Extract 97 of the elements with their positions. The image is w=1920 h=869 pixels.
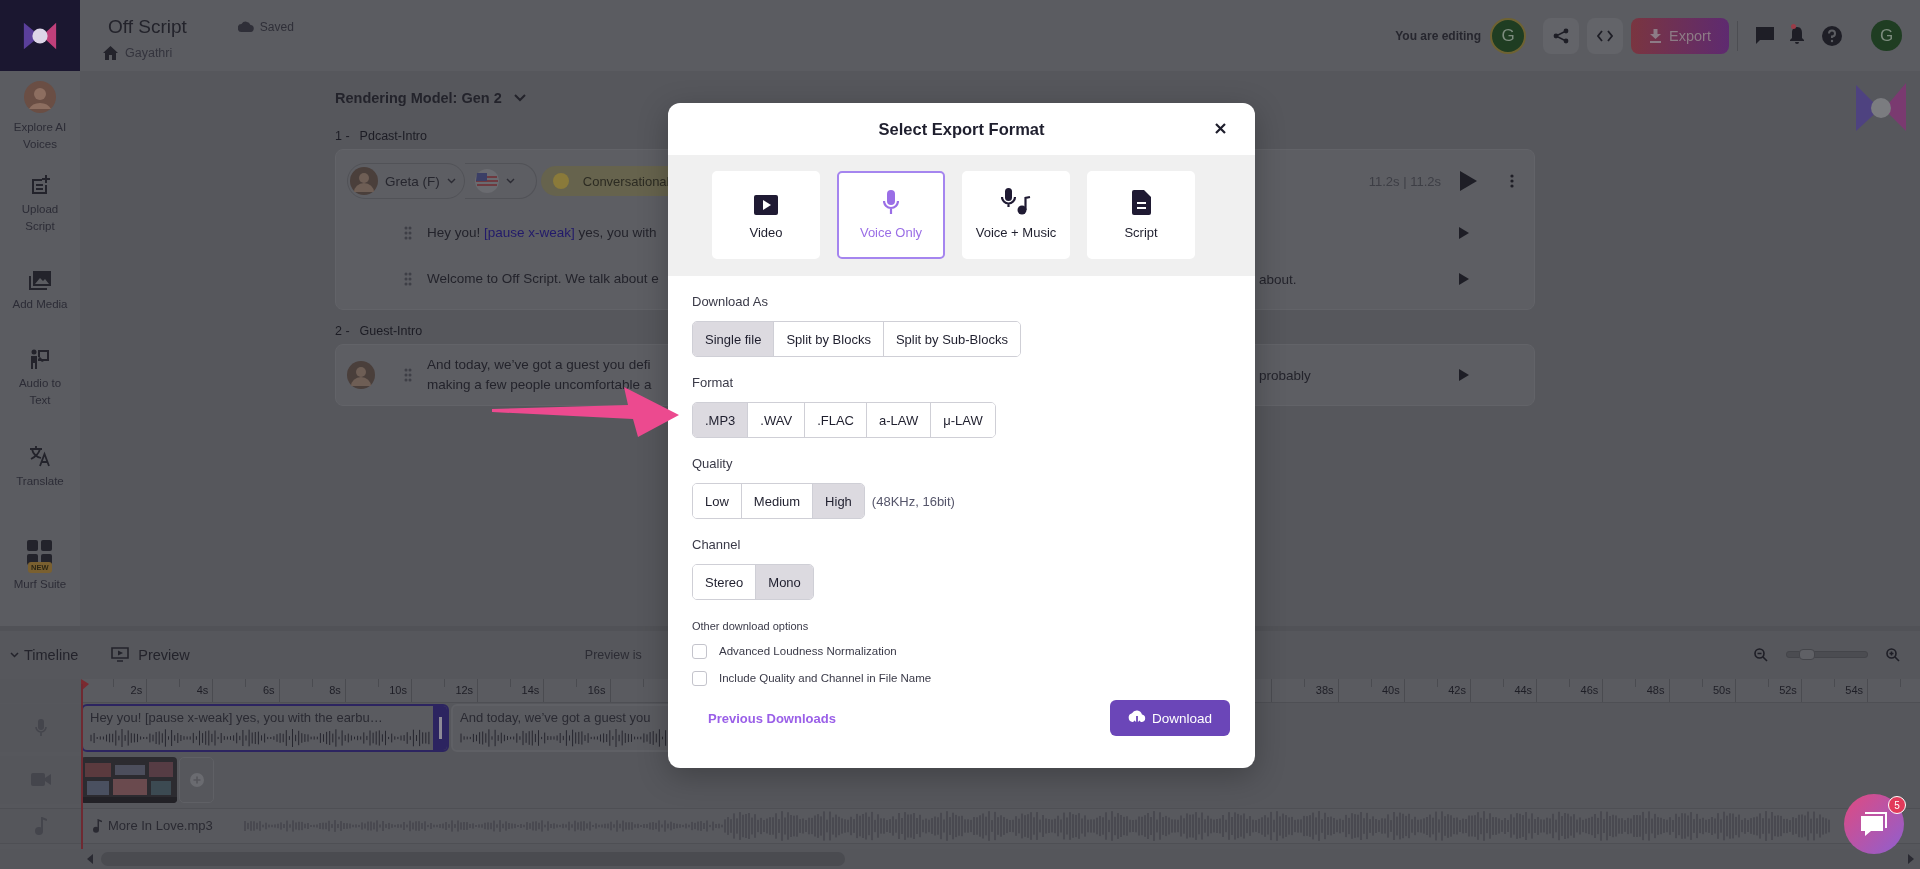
ruler-label: 10s	[389, 684, 407, 697]
ruler-label: 48s	[1646, 684, 1665, 697]
play-icon[interactable]	[1459, 369, 1469, 381]
bell-icon[interactable]	[1789, 26, 1805, 45]
presenter-icon	[30, 349, 50, 369]
ruler-label: 42s	[1448, 684, 1466, 697]
chat-icon	[1859, 810, 1889, 838]
avatar-icon	[347, 361, 375, 389]
drag-handle-icon[interactable]	[404, 368, 412, 382]
format-tile[interactable]: Voice + Music	[962, 171, 1070, 259]
play-icon[interactable]	[1459, 227, 1469, 239]
option-button[interactable]: Single file	[693, 322, 774, 356]
image-stack-icon	[29, 271, 51, 290]
flag-icon	[474, 169, 499, 193]
option-button[interactable]: μ-LAW	[930, 403, 995, 437]
dialog-title: Select Export Format	[878, 119, 1045, 139]
ruler-label: 50s	[1712, 684, 1731, 697]
cloud-icon	[237, 21, 254, 32]
quality-note: (48KHz, 16bit)	[871, 493, 955, 509]
code-icon	[1597, 29, 1613, 42]
script-line[interactable]: Welcome to Off Script. We talk about e	[427, 269, 665, 289]
user-avatar[interactable]: G	[1871, 20, 1902, 51]
document-title: Off Script	[108, 15, 187, 38]
block-name: Pdcast-Intro	[359, 129, 427, 143]
script-line[interactable]: And today, we’ve got a guest you defi making a few people uncomfortable a	[427, 355, 665, 395]
drag-handle-icon[interactable]	[404, 226, 412, 240]
translate-icon	[29, 445, 51, 467]
ruler-label: 12s	[455, 684, 474, 697]
play-icon[interactable]	[1460, 171, 1477, 191]
block-number: 2 -	[335, 324, 350, 338]
ruler-label: 54s	[1845, 684, 1864, 697]
close-icon[interactable]	[1215, 123, 1226, 134]
avatar-icon	[24, 81, 56, 113]
format-tile[interactable]: Video	[712, 171, 820, 259]
share-button[interactable]	[1543, 17, 1579, 54]
ruler-label: 38s	[1315, 684, 1334, 697]
ruler-label: 46s	[1580, 684, 1599, 697]
comment-icon[interactable]	[1756, 27, 1774, 44]
embed-button[interactable]	[1587, 17, 1623, 54]
scroll-left-icon[interactable]	[87, 854, 93, 865]
section-label: Channel	[692, 536, 742, 554]
format-tile[interactable]: Voice Only	[837, 171, 945, 259]
options-heading: Other download options	[692, 619, 810, 634]
ruler-label: 4s	[196, 684, 209, 697]
zoom-slider[interactable]	[1786, 651, 1868, 659]
export-button[interactable]: Export	[1631, 17, 1729, 54]
ruler-label: 14s	[521, 684, 540, 697]
drag-handle-icon[interactable]	[404, 272, 412, 286]
ruler-label: 44s	[1514, 684, 1533, 697]
script-line[interactable]: Hey you! [pause x-weak] yes, you with	[427, 223, 665, 243]
ruler-label: 40s	[1382, 684, 1400, 697]
option-button[interactable]: Mono	[755, 565, 813, 599]
microphone-icon	[883, 190, 899, 215]
more-icon[interactable]	[1510, 174, 1514, 188]
section-label: Format	[692, 374, 735, 392]
ruler-label: 16s	[587, 684, 606, 697]
ruler-label: 52s	[1779, 684, 1797, 697]
chevron-down-icon	[505, 178, 515, 184]
option-button[interactable]: High	[812, 484, 864, 518]
document-plus-icon	[30, 175, 50, 195]
option-button[interactable]: .MP3	[693, 403, 748, 437]
script-line[interactable]: probably	[1259, 367, 1311, 383]
checkbox[interactable]	[692, 670, 707, 686]
zoom-in-icon[interactable]	[1886, 647, 1900, 662]
block-number: 1 -	[335, 129, 350, 143]
avatar-icon	[350, 167, 378, 195]
video-play-icon	[754, 195, 778, 215]
monitor-play-icon[interactable]	[111, 647, 130, 663]
checkbox-label: Advanced Loudness Normalization	[719, 645, 897, 657]
option-button[interactable]: Split by Sub-Blocks	[882, 322, 1020, 356]
checkbox[interactable]	[692, 643, 707, 659]
resize-handle[interactable]	[433, 706, 447, 750]
microphone-note-icon	[1001, 188, 1031, 215]
download-icon	[1649, 28, 1663, 43]
section-label: Quality	[692, 455, 734, 473]
section-label: Download As	[692, 293, 769, 311]
document-icon	[1131, 190, 1151, 215]
chevron-down-icon[interactable]	[10, 651, 19, 658]
play-icon[interactable]	[1459, 273, 1469, 285]
help-icon[interactable]	[1822, 25, 1842, 46]
chevron-down-icon[interactable]	[513, 94, 526, 102]
ruler-label: 8s	[329, 684, 341, 697]
emoji-icon	[552, 173, 569, 189]
checkbox-label: Include Quality and Channel in File Name	[719, 672, 932, 684]
share-icon	[1553, 27, 1569, 44]
music-note-icon	[93, 818, 102, 833]
scroll-right-icon[interactable]	[1908, 854, 1914, 865]
ruler-label: 6s	[262, 684, 275, 697]
download-button[interactable]: Download	[1110, 700, 1230, 736]
format-tile[interactable]: Script	[1087, 171, 1195, 259]
script-line[interactable]: about.	[1259, 271, 1297, 287]
home-icon[interactable]	[103, 45, 118, 60]
ruler-label: 2s	[130, 684, 143, 697]
collaborator-avatar: G	[1490, 17, 1526, 54]
zoom-out-icon[interactable]	[1754, 647, 1768, 662]
block-name: Guest-Intro	[359, 324, 423, 338]
chevron-down-icon	[446, 178, 456, 184]
